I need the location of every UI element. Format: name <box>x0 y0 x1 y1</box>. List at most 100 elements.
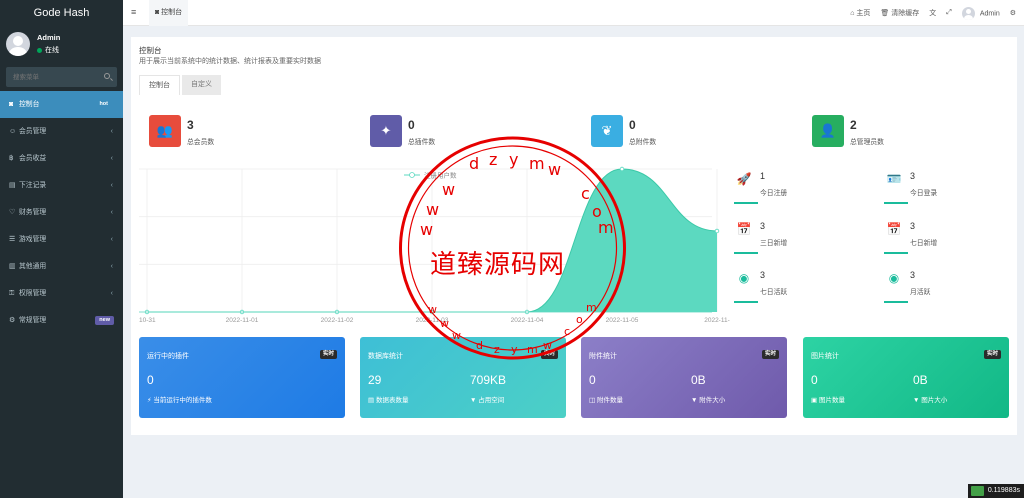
card-subtitle: ▼ 占用空间 <box>470 397 505 404</box>
stat-box: 👤 2 总管理员数 <box>812 115 1012 147</box>
hamburger-icon[interactable]: ≡ <box>131 7 136 17</box>
menu-icon: ⚙ <box>9 317 16 324</box>
card-value: 709KB <box>470 373 507 387</box>
mini-stat: ◉ 3 七日活跃 <box>734 268 879 317</box>
info-cards: 运行中的插件 实时 0 ⚡ 当前运行中的插件数 数据库统计 实时 29 709KB ▤ 数据表数… <box>139 337 1009 418</box>
search-input[interactable] <box>6 67 117 87</box>
stat-icon: ❦ <box>591 115 623 147</box>
card-subtitle: ◫ 附件数量 <box>589 397 623 404</box>
card-title: 图片统计 <box>811 353 839 360</box>
user-status: 在线 <box>37 45 59 55</box>
search-icon[interactable] <box>104 73 110 79</box>
sidebar-item-8[interactable]: ⚙ 常规管理 new <box>0 307 123 334</box>
card-subtitle: ▤ 数据表数量 <box>368 397 409 404</box>
card-value: 0B <box>691 373 706 387</box>
sidebar-item-1[interactable]: ☺ 会员管理 ‹ <box>0 118 123 145</box>
brand-logo[interactable]: Gode Hash <box>0 0 123 26</box>
mini-stat-icon: 🚀 <box>736 172 752 186</box>
sidebar-item-7[interactable]: ⚿ 权限管理 ‹ <box>0 280 123 307</box>
mini-stat-label: 月活跃 <box>910 289 931 296</box>
card-value: 0B <box>913 373 928 387</box>
tab-custom[interactable]: 自定义 <box>182 75 221 95</box>
sidebar-item-5[interactable]: ☰ 游戏管理 ‹ <box>0 226 123 253</box>
page-description: 用于展示当前系统中的统计数据、统计报表及重要实时数据 <box>139 58 321 65</box>
card-value: 29 <box>368 373 382 387</box>
sidebar-item-label: 游戏管理 <box>19 236 47 243</box>
sidebar-item-label: 控制台 <box>19 101 40 108</box>
sidebar-item-2[interactable]: ฿ 会员收益 ‹ <box>0 145 123 172</box>
settings-icon[interactable]: ⚙ <box>1010 9 1016 17</box>
tab-dashboard[interactable]: ◙ 控制台 <box>149 0 189 26</box>
menu-icon: ▥ <box>9 263 16 270</box>
header-avatar <box>961 6 975 20</box>
stat-value: 2 <box>850 118 857 132</box>
menu-icon: ◙ <box>9 101 14 108</box>
mini-stat-bar <box>884 301 908 303</box>
mini-stat-label: 七日新增 <box>910 240 938 247</box>
header-user[interactable]: Admin <box>961 6 1000 20</box>
mini-stat-label: 三日新增 <box>760 240 788 247</box>
menu-icon: ▤ <box>9 182 16 189</box>
stat-value: 3 <box>187 118 194 132</box>
menu-badge: hot <box>95 100 112 109</box>
home-link[interactable]: ⌂ 主页 <box>850 8 870 18</box>
mini-stat-bar <box>734 301 758 303</box>
watermark-title: 道臻源码网 <box>430 250 566 280</box>
data-point <box>619 166 625 172</box>
card-title: 运行中的插件 <box>147 353 189 360</box>
user-status-label: 在线 <box>45 47 59 54</box>
chart-svg: 10-31 2022-11-01 2022-11-02 2022-11-03 2022-… <box>139 166 730 324</box>
stat-value: 0 <box>408 118 415 132</box>
fullscreen-icon[interactable]: ⤢ <box>946 9 952 17</box>
info-card: 图片统计 实时 0 0B ▣ 图片数量 ▼ 图片大小 <box>803 337 1009 418</box>
x-tick-label: 2022-11-04 <box>511 317 544 324</box>
page-title: 控制台 <box>139 46 162 55</box>
sidebar-item-6[interactable]: ▥ 其他通用 ‹ <box>0 253 123 280</box>
mini-stat-icon: ◉ <box>738 271 750 285</box>
menu-icon: ฿ <box>9 155 14 162</box>
mini-stat: ◉ 3 月活跃 <box>884 268 1024 317</box>
stat-box: ✦ 0 总插件数 <box>370 115 570 147</box>
x-tick-label: 2022-11-01 <box>226 317 259 324</box>
translate-icon[interactable]: 文 <box>929 8 936 18</box>
card-subtitle: ▼ 图片大小 <box>913 397 948 404</box>
sidebar-item-0[interactable]: ◙ 控制台 hot <box>0 91 123 118</box>
mini-stat: 📅 3 七日新增 <box>884 219 1024 268</box>
tab-console[interactable]: 控制台 <box>139 75 180 95</box>
mini-stat-value: 3 <box>910 171 916 181</box>
stat-label: 总插件数 <box>408 139 436 146</box>
data-point <box>714 228 720 234</box>
menu-icon: ☺ <box>9 128 17 135</box>
sidebar-item-label: 常规管理 <box>19 317 47 324</box>
user-panel: Admin 在线 <box>0 26 123 64</box>
mini-stat-value: 1 <box>760 171 766 181</box>
x-tick-label: 2022-11-05 <box>606 317 639 324</box>
stat-label: 总会员数 <box>187 139 215 146</box>
legend-label: 注册用户数 <box>424 171 457 180</box>
mini-stat-bar <box>734 252 758 254</box>
chevron-left-icon: ‹ <box>110 182 113 189</box>
clear-cache-button[interactable]: 🗑 清除缓存 <box>880 8 919 18</box>
menu-icon: ⚿ <box>9 290 15 297</box>
mini-stat-value: 3 <box>760 221 766 231</box>
realtime-badge: 实时 <box>319 350 337 359</box>
sidebar-item-3[interactable]: ▤ 下注记录 ‹ <box>0 172 123 199</box>
sidebar-item-label: 会员收益 <box>19 155 47 162</box>
chevron-left-icon: ‹ <box>110 128 113 135</box>
card-value: 0 <box>589 373 596 387</box>
header-right: ⌂ 主页 🗑 清除缓存 文 ⤢ Admin ⚙ <box>850 0 1016 26</box>
legend-marker <box>409 172 415 178</box>
mini-stat-bar <box>734 202 758 204</box>
stat-box: ❦ 0 总附件数 <box>591 115 791 147</box>
card-value: 0 <box>147 373 154 387</box>
mini-stat-icon: 🪪 <box>886 172 902 186</box>
card-value: 0 <box>811 373 818 387</box>
chevron-left-icon: ‹ <box>110 155 113 162</box>
card-subtitle: ▼ 附件大小 <box>691 397 726 404</box>
realtime-badge: 实时 <box>761 350 779 359</box>
sidebar-item-4[interactable]: ♡ 财务管理 ‹ <box>0 199 123 226</box>
mini-stat-bar <box>884 252 908 254</box>
stat-box: 👥 3 总会员数 <box>149 115 349 147</box>
sidebar: Gode Hash Admin 在线 ◙控制台hot☺会员管理‹฿会员收益‹▤下… <box>0 0 123 498</box>
realtime-badge: 实时 <box>983 350 1001 359</box>
